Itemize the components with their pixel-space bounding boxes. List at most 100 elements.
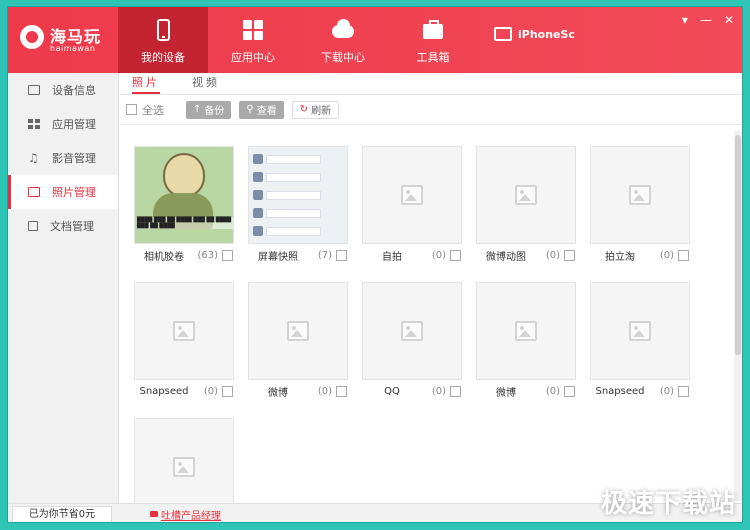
nav-label: 下载中心 (321, 51, 365, 64)
album-count: (0) (317, 385, 332, 397)
album-checkbox[interactable] (450, 249, 461, 261)
vertical-scrollbar[interactable] (734, 131, 742, 501)
search-icon: ⚲ (246, 104, 254, 115)
device-selector[interactable]: iPhoneSc (494, 27, 575, 41)
album-thumbnail[interactable] (248, 146, 348, 244)
menu-button[interactable]: ▾ (682, 13, 688, 27)
phone-icon (156, 19, 170, 41)
refresh-label: 刷新 (311, 106, 332, 117)
logo-subtitle: haimawan (50, 44, 96, 53)
album-thumbnail[interactable] (134, 282, 234, 380)
sidebar-item-document-management[interactable]: 文档管理 (8, 209, 118, 243)
album-name: 拍立淘 (605, 251, 635, 263)
refresh-button[interactable]: ↻ 刷新 (291, 100, 340, 119)
top-bar: 海马玩 haimawan 我的设备 应用中心 下载中心 工具箱 iPhoneSc… (8, 7, 742, 73)
album-item[interactable]: 自拍 (0) (362, 146, 462, 266)
apps-icon (28, 119, 40, 129)
album-name: 自拍 (382, 251, 402, 263)
image-placeholder-icon (287, 321, 309, 341)
album-thumbnail[interactable] (248, 282, 348, 380)
album-thumbnail[interactable] (476, 282, 576, 380)
sidebar-item-label: 设备信息 (52, 84, 96, 97)
select-all-checkbox[interactable]: 全选 (126, 102, 164, 118)
album-name: Snapseed (595, 385, 645, 397)
album-thumbnail[interactable] (590, 146, 690, 244)
album-thumbnail[interactable] (362, 146, 462, 244)
logo-mark-icon (20, 25, 44, 49)
select-all-label: 全选 (142, 103, 164, 117)
album-count: (0) (659, 385, 674, 397)
album-count: (0) (431, 385, 446, 397)
toolbox-icon (422, 19, 444, 41)
close-button[interactable]: ✕ (724, 13, 734, 27)
sidebar-item-label: 应用管理 (52, 118, 96, 131)
logo: 海马玩 haimawan (16, 19, 116, 59)
album-item[interactable]: 拍立淘 (0) (590, 146, 690, 266)
album-item[interactable]: Snapseed (0) (134, 282, 234, 402)
sidebar-item-app-management[interactable]: 应用管理 (8, 107, 118, 141)
sidebar-item-photo-management[interactable]: 照片管理 (8, 175, 118, 209)
album-thumbnail[interactable] (134, 418, 234, 503)
grid-icon (242, 19, 264, 41)
image-placeholder-icon (401, 185, 423, 205)
nav-label: 我的设备 (141, 51, 185, 64)
device-connected-icon (494, 27, 512, 41)
nav-app-center[interactable]: 应用中心 (208, 7, 298, 73)
album-checkbox[interactable] (678, 249, 689, 261)
album-item[interactable]: QQ (0) (362, 282, 462, 402)
tab-videos[interactable]: 视频 (192, 73, 220, 94)
album-checkbox[interactable] (222, 249, 233, 261)
backup-button[interactable]: ↑ 备份 (186, 100, 232, 119)
album-thumbnail[interactable] (590, 282, 690, 380)
album-item[interactable]: 微博 (0) (476, 282, 576, 402)
checkbox[interactable] (126, 104, 137, 115)
album-checkbox[interactable] (450, 385, 461, 397)
nav-download-center[interactable]: 下载中心 (298, 7, 388, 73)
sidebar-item-label: 照片管理 (52, 186, 96, 199)
image-placeholder-icon (629, 321, 651, 341)
album-thumbnail[interactable]: ████ ███ ██ ████ ███ ██ ████ ███ ██ ████ (134, 146, 234, 244)
sidebar-item-device-info[interactable]: 设备信息 (8, 73, 118, 107)
album-checkbox[interactable] (678, 385, 689, 397)
image-placeholder-icon (173, 457, 195, 477)
sidebar-item-media-management[interactable]: ♫ 影音管理 (8, 141, 118, 175)
album-checkbox[interactable] (564, 385, 575, 397)
nav-label: 应用中心 (231, 51, 275, 64)
album-item[interactable] (134, 418, 234, 503)
album-checkbox[interactable] (336, 385, 347, 397)
sidebar-item-label: 文档管理 (50, 220, 94, 233)
album-item[interactable]: Snapseed (0) (590, 282, 690, 402)
nav-label: 工具箱 (416, 51, 450, 64)
album-checkbox[interactable] (336, 249, 347, 261)
album-thumbnail[interactable] (476, 146, 576, 244)
photo-icon (28, 187, 40, 197)
album-item[interactable]: ████ ███ ██ ████ ███ ██ ████ ███ ██ ████… (134, 146, 234, 266)
image-placeholder-icon (401, 321, 423, 341)
album-name: 屏幕快照 (258, 251, 298, 263)
feedback-label: 吐槽产品经理 (161, 510, 221, 522)
minimize-button[interactable]: — (700, 13, 712, 27)
album-item[interactable]: 微博 (0) (248, 282, 348, 402)
toolbar: 全选 ↑ 备份 ⚲ 查看 ↻ 刷新 (120, 95, 742, 125)
nav-toolbox[interactable]: 工具箱 (388, 7, 478, 73)
scrollbar-thumb[interactable] (735, 135, 741, 355)
document-icon (28, 221, 38, 231)
feedback-link[interactable]: 吐槽产品经理 (150, 507, 221, 522)
tab-photos[interactable]: 照片 (132, 73, 160, 94)
nav-my-devices[interactable]: 我的设备 (118, 7, 208, 73)
refresh-icon: ↻ (299, 104, 309, 115)
album-count: (0) (431, 249, 446, 261)
album-item[interactable]: 微博动图 (0) (476, 146, 576, 266)
album-name: 相机胶卷 (144, 251, 184, 263)
album-item[interactable]: 屏幕快照 (7) (248, 146, 348, 266)
view-button[interactable]: ⚲ 查看 (239, 100, 284, 119)
album-count: (0) (545, 249, 560, 261)
album-checkbox[interactable] (222, 385, 233, 397)
album-thumbnail[interactable] (362, 282, 462, 380)
window-controls: ▾ — ✕ (682, 13, 734, 27)
view-label: 查看 (256, 106, 277, 117)
device-name: iPhoneSc (518, 27, 575, 41)
album-checkbox[interactable] (564, 249, 575, 261)
savings-display: 已为你节省0元 (12, 505, 112, 522)
image-placeholder-icon (173, 321, 195, 341)
